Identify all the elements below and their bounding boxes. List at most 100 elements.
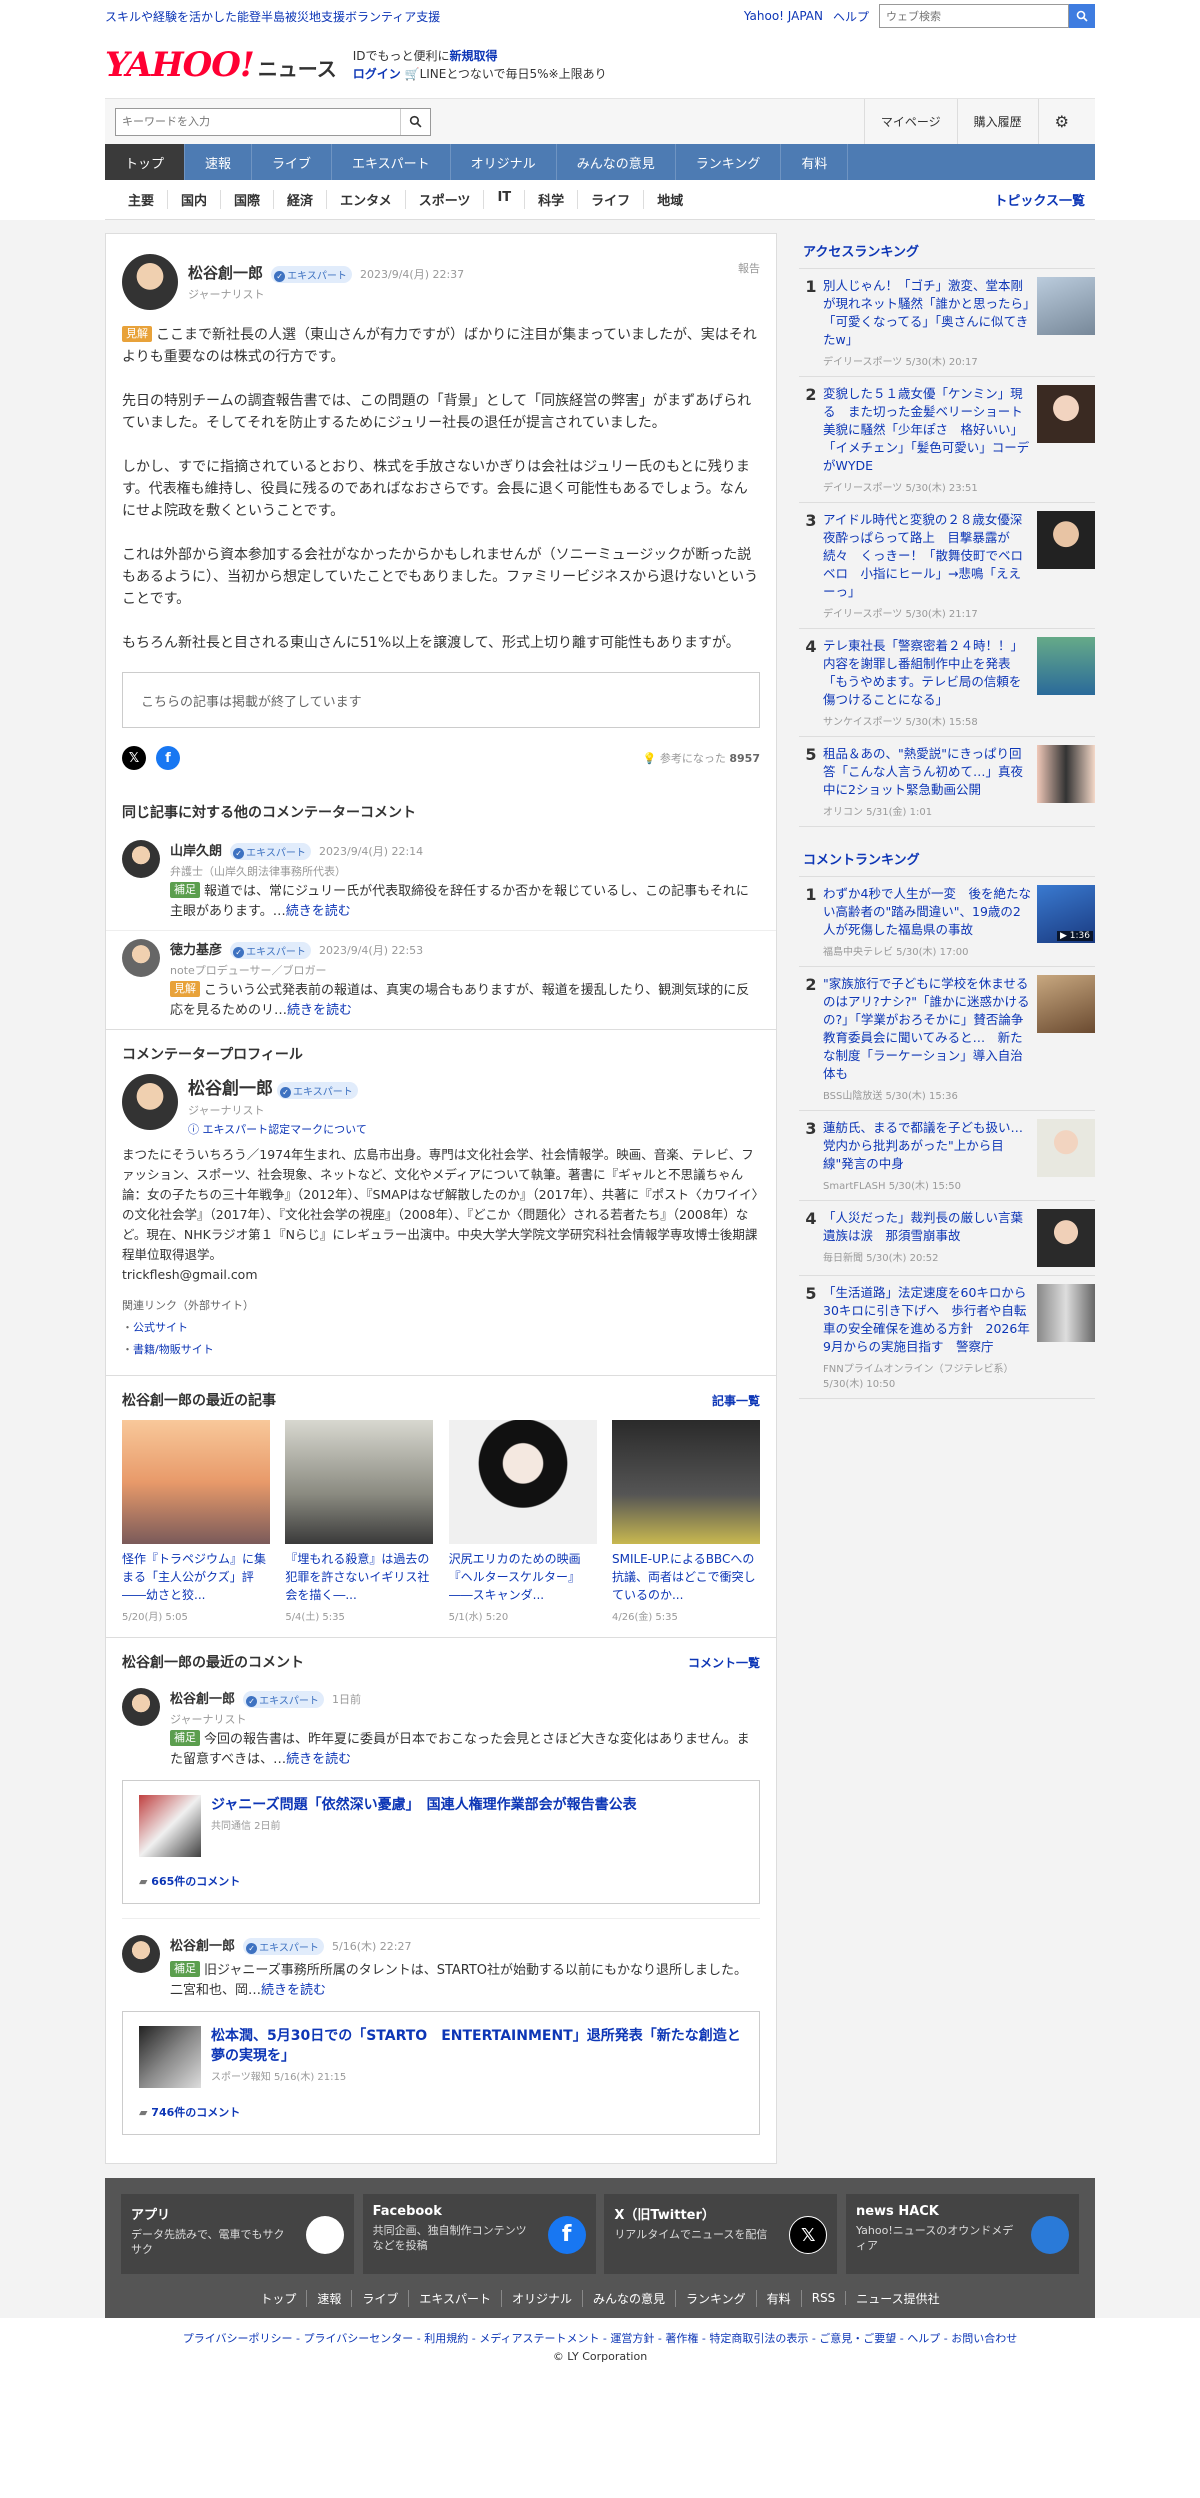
footer-link-providers[interactable]: ニュース提供社 <box>846 2290 949 2307</box>
promo-link[interactable]: スキルや経験を活かした能登半島被災地支援ボランティア支援 <box>105 8 440 25</box>
signup-link[interactable]: 新規取得 <box>450 49 498 63</box>
ranking-thumbnail <box>1037 277 1095 335</box>
subnav-it[interactable]: IT <box>484 190 526 209</box>
rank-number: 5 <box>805 745 817 764</box>
ranking-title: 租品＆あの、"熱愛説"にきっぱり回答「こんな人言うん初めて…」真夜中に2ショット… <box>823 746 1024 797</box>
login-link[interactable]: ログイン <box>353 67 401 81</box>
avatar[interactable] <box>122 939 160 977</box>
avatar[interactable] <box>122 1935 160 1973</box>
read-more-link[interactable]: 続きを読む <box>286 904 351 919</box>
mypage-link[interactable]: マイページ <box>863 98 957 145</box>
topics-list-link[interactable]: トピックス一覧 <box>994 190 1085 209</box>
keyword-search <box>115 107 431 136</box>
nav-expert[interactable]: エキスパート <box>332 144 451 180</box>
footer-link-breaking[interactable]: 速報 <box>307 2289 353 2307</box>
read-more-link[interactable]: 続きを読む <box>287 1003 352 1018</box>
nav-opinion[interactable]: みんなの意見 <box>557 144 676 180</box>
id-promo: IDでもっと便利に新規取得 ログイン 🛒LINEとつないで毎日5%※上限あり <box>353 47 607 83</box>
x-share-icon[interactable]: 𝕏 <box>122 746 146 770</box>
ranking-item[interactable]: 1 わずか4秒で人生が一変 後を絶たない高齢者の"踏み間違い"、19歳の2人が死… <box>799 877 1095 967</box>
read-more-link[interactable]: 続きを読む <box>286 1752 351 1767</box>
yahoo-japan-link[interactable]: Yahoo! JAPAN <box>744 9 823 23</box>
avatar[interactable] <box>122 254 178 310</box>
helpful-button[interactable]: 💡 参考になった 8957 <box>643 750 760 766</box>
article-card[interactable]: 沢尻エリカのための映画『ヘルタースケルター』――スキャンダ... 5/1(水) … <box>448 1420 597 1623</box>
commenter-name[interactable]: 徳力基彦 <box>170 943 222 958</box>
comment-count[interactable]: ▰ 746件のコメント <box>139 2104 743 2120</box>
ranking-thumbnail <box>1037 1209 1095 1267</box>
avatar[interactable] <box>122 1074 178 1130</box>
articles-list-link[interactable]: 記事一覧 <box>712 1392 760 1409</box>
nav-ranking[interactable]: ランキング <box>676 144 782 180</box>
quoted-article[interactable]: 松本潤、5月30日での「STARTO ENTERTAINMENT」退所発表「新た… <box>122 2011 760 2135</box>
report-link[interactable]: 報告 <box>738 260 760 276</box>
ranking-item[interactable]: 2 変貌した５１歳女優「ケンミン」現る また切った金髪ベリーショート美貌に騒然「… <box>799 377 1095 503</box>
subnav-sports[interactable]: スポーツ <box>406 190 485 209</box>
footer-card-newshack[interactable]: news HACK Yahoo!ニュースのオウンドメディア <box>845 2194 1079 2274</box>
web-search-button[interactable] <box>1069 4 1095 28</box>
footer-link-top[interactable]: トップ <box>250 2289 308 2307</box>
nav-original[interactable]: オリジナル <box>451 144 557 180</box>
read-more-link[interactable]: 続きを読む <box>261 1983 326 1998</box>
search-icon <box>409 115 422 128</box>
books-site-link[interactable]: 書籍/物販サイト <box>133 1343 214 1356</box>
web-search-input[interactable] <box>879 4 1069 28</box>
history-link[interactable]: 購入履歴 <box>956 98 1038 145</box>
yahoo-news-logo[interactable]: YAHOO! ニュース <box>105 48 337 82</box>
article-card[interactable]: SMILE-UP.によるBBCへの抗議、両者はどこで衝突しているのか... 4/… <box>611 1420 760 1623</box>
article-card[interactable]: 怪作『トラペジウム』に集まる「主人公がクズ」評――幼さと狡... 5/20(月)… <box>122 1420 270 1623</box>
ranking-item[interactable]: 5 租品＆あの、"熱愛説"にきっぱり回答「こんな人言うん初めて…」真夜中に2ショ… <box>799 737 1095 827</box>
footer-card-x[interactable]: X（旧Twitter） リアルタイムでニュースを配信 𝕏 <box>604 2194 838 2274</box>
help-link[interactable]: ヘルプ <box>833 8 869 25</box>
ranking-item[interactable]: 2 "家族旅行で子どもに学校を休ませるのはアリ?ナシ?"「誰かに迷惑かけるの?」… <box>799 967 1095 1111</box>
subnav-life[interactable]: ライフ <box>578 190 645 209</box>
avatar[interactable] <box>122 1688 160 1726</box>
subnav-local[interactable]: 地域 <box>644 190 696 209</box>
access-ranking-heading: アクセスランキング <box>799 237 1095 269</box>
commenter-name[interactable]: 松谷創一郎 <box>170 1692 235 1707</box>
footer-card-facebook[interactable]: Facebook 共同企画、独自制作コンテンツなどを投稿 f <box>362 2194 596 2274</box>
ranking-item[interactable]: 3 蓮舫氏、まるで都議を子ども扱い…党内から批判あがった"上から目線"発言の中身… <box>799 1111 1095 1201</box>
settings-button[interactable]: ⚙ <box>1037 98 1085 145</box>
ranking-source: 毎日新聞 5/30(木) 20:52 <box>823 1253 939 1264</box>
footer-link-ranking[interactable]: ランキング <box>676 2289 757 2307</box>
quoted-article[interactable]: ジャニーズ問題「依然深い憂慮」 国連人権理作業部会が報告書公表 共同通信 2日前… <box>122 1780 760 1904</box>
footer-link-original[interactable]: オリジナル <box>502 2289 584 2307</box>
expert-mark-link[interactable]: ⓘ エキスパート認定マークについて <box>188 1121 367 1137</box>
nav-paid[interactable]: 有料 <box>781 144 849 180</box>
legal-links[interactable]: プライバシーポリシー - プライバシーセンター - 利用規約 - メディアステー… <box>0 2318 1200 2346</box>
ranking-item[interactable]: 4 テレ東社長「警察密着２４時！！」内容を謝罪し番組制作中止を発表 「もうやめま… <box>799 629 1095 737</box>
keyword-search-input[interactable] <box>116 108 400 135</box>
commenter-name[interactable]: 山岸久朗 <box>170 844 222 859</box>
avatar[interactable] <box>122 840 160 878</box>
nav-live[interactable]: ライブ <box>252 144 333 180</box>
commenter-name[interactable]: 松谷創一郎 <box>170 1939 235 1954</box>
nav-breaking[interactable]: 速報 <box>185 144 253 180</box>
official-site-link[interactable]: 公式サイト <box>133 1321 188 1334</box>
article-card[interactable]: 『埋もれる殺意』は過去の犯罪を許さないイギリス社会を描く―... 5/4(土) … <box>285 1420 434 1623</box>
subnav-entertainment[interactable]: エンタメ <box>327 190 406 209</box>
footer-link-live[interactable]: ライブ <box>352 2289 410 2307</box>
ranking-item[interactable]: 5 「生活道路」法定速度を60キロから30キロに引き下げへ 歩行者や自転車の安全… <box>799 1276 1095 1399</box>
comments-list-link[interactable]: コメント一覧 <box>688 1654 760 1671</box>
footer-link-paid[interactable]: 有料 <box>757 2289 802 2307</box>
line-promo[interactable]: LINEとつないで毎日5%※上限あり <box>420 67 607 81</box>
subnav-science[interactable]: 科学 <box>525 190 579 209</box>
ranking-item[interactable]: 3 アイドル時代と変貌の２８歳女優深夜酔っぱらって路上 目撃暴露が続々 くっきー… <box>799 503 1095 629</box>
author-name[interactable]: 松谷創一郎 <box>188 264 263 282</box>
subnav-economy[interactable]: 経済 <box>274 190 328 209</box>
subnav-world[interactable]: 国際 <box>221 190 275 209</box>
facebook-share-icon[interactable]: f <box>156 746 180 770</box>
comment-count[interactable]: ▰ 665件のコメント <box>139 1873 743 1889</box>
subnav-domestic[interactable]: 国内 <box>168 190 222 209</box>
footer-link-expert[interactable]: エキスパート <box>409 2289 502 2307</box>
keyword-search-button[interactable] <box>400 108 430 135</box>
footer-link-opinion[interactable]: みんなの意見 <box>583 2289 677 2307</box>
subnav-main[interactable]: 主要 <box>115 190 169 209</box>
quoted-source: 共同通信 2日前 <box>211 1821 281 1832</box>
ranking-item[interactable]: 1 別人じゃん！「ゴチ」激変、堂本剛が現れネット騒然「誰かと思ったら」「可愛くな… <box>799 269 1095 377</box>
nav-top[interactable]: トップ <box>105 144 186 180</box>
footer-link-rss[interactable]: RSS <box>802 2291 847 2305</box>
footer-card-app[interactable]: アプリ データ先読みで、電車でもサクサク <box>121 2194 354 2274</box>
ranking-item[interactable]: 4 「人災だった」裁判長の厳しい言葉 遺族は涙 那須雪崩事故 毎日新聞 5/30… <box>799 1201 1095 1276</box>
